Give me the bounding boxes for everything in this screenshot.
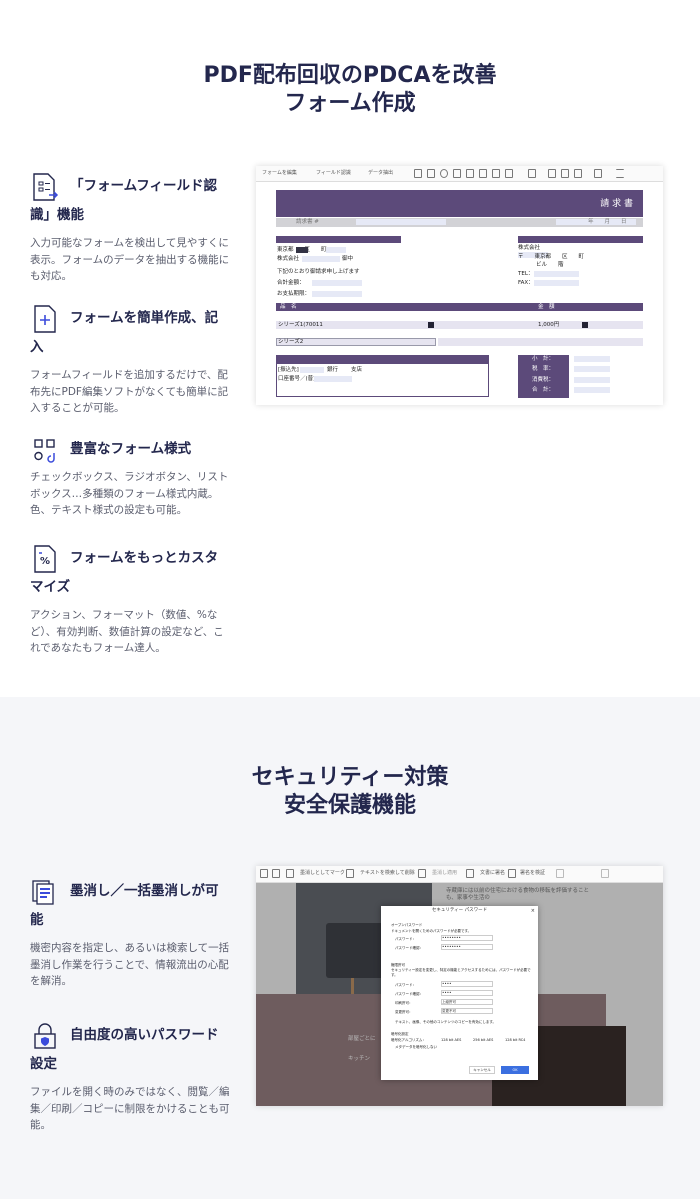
- edit-select[interactable]: 変更不可: [441, 1008, 493, 1014]
- feature-form-customize: % フォームをもっとカスタ マイズ アクション、フォーマット（数値、%など）、有…: [30, 544, 230, 657]
- list-tool-icon[interactable]: [453, 169, 461, 178]
- svg-text:%: %: [40, 556, 50, 567]
- image-tool-icon[interactable]: [492, 169, 500, 178]
- protect-toolbar: 墨消しとしてマーク テキストを検索して削除 墨消し適用 文書に署名 署名を検証: [256, 866, 663, 883]
- form-editor-screenshot: フォームを編集 フィールド認識 データ抽出 請 求 書 請求書 # 年 月 日: [256, 166, 663, 405]
- enc-radio-2[interactable]: 256 bit AES: [473, 1037, 493, 1044]
- lock-icon[interactable]: [260, 869, 268, 878]
- open-password-input[interactable]: ••••••••: [441, 935, 493, 941]
- security-section-title: セキュリティー対策 安全保護機能: [251, 765, 449, 818]
- security-section: セキュリティー対策 安全保護機能 墨消し／一括墨消しが可 能 機密内容を指定し、…: [0, 697, 700, 1199]
- feature-redaction: 墨消し／一括墨消しが可 能 機密内容を指定し、あるいは検索して一括墨消し作業を行…: [30, 877, 230, 990]
- toolbar-edit-form[interactable]: フォームを編集: [262, 169, 297, 178]
- form-section-title: PDF配布回収のPDCAを改善 フォーム作成: [203, 63, 497, 116]
- search-icon[interactable]: [346, 869, 354, 878]
- enc-radio-1[interactable]: 128 bit AES: [441, 1037, 461, 1044]
- radio-tool-icon[interactable]: [440, 169, 448, 178]
- apply-icon[interactable]: [418, 869, 426, 878]
- dialog-title: セキュリティー パスワード: [431, 908, 488, 913]
- toolbar-sign[interactable]: 文書に署名: [480, 869, 505, 878]
- toolbar-data-extract[interactable]: データ抽出: [368, 169, 393, 178]
- tax-field[interactable]: [574, 366, 610, 372]
- toolbar-verify[interactable]: 署名を検証: [520, 869, 545, 878]
- open-pw-checkbox[interactable]: ドキュメントを開くためのパスワードが必要です。: [391, 928, 471, 935]
- close-icon[interactable]: ×: [531, 908, 535, 914]
- invoice-header: [276, 190, 643, 217]
- perm-checkbox[interactable]: セキュリティー設定を変更し、特定の機能とアクセスするためには、パスワードが必要で…: [391, 968, 531, 978]
- metadata-checkbox[interactable]: メタデータを暗号化しない: [395, 1044, 437, 1051]
- perm-password-input[interactable]: ••••: [441, 981, 493, 987]
- due-field[interactable]: [312, 291, 362, 297]
- certify-icon[interactable]: [466, 869, 474, 878]
- form-recognition-icon: [33, 173, 59, 201]
- redact-tool-icon[interactable]: [272, 869, 280, 878]
- password-lock-icon: [34, 1023, 56, 1049]
- toolbar-mark-redaction[interactable]: 墨消しとしてマーク: [300, 869, 345, 878]
- total-field[interactable]: [574, 387, 610, 393]
- tel-field[interactable]: [534, 271, 579, 277]
- print-select[interactable]: 上級許可: [441, 999, 493, 1005]
- properties-icon[interactable]: [594, 169, 602, 178]
- tab-order-icon[interactable]: [574, 169, 582, 178]
- invoice-no-field[interactable]: [356, 219, 446, 225]
- cancel-button[interactable]: キャンセル: [469, 1066, 495, 1074]
- copy-checkbox[interactable]: テキスト、画像、その他のコンテンツのコピーを有効にします。: [395, 1019, 496, 1026]
- amount-field[interactable]: [312, 280, 362, 286]
- password-dialog: セキュリティー パスワード × オープンパスワード ドキュメントを開くためのパス…: [381, 906, 538, 1080]
- toolbar-search-delete[interactable]: テキストを検索して削除: [360, 869, 415, 878]
- percent-format-icon: %: [34, 545, 56, 573]
- company-field[interactable]: [302, 256, 340, 262]
- form-styles-icon: [34, 439, 55, 463]
- perm-password-confirm-input[interactable]: ••••: [441, 990, 493, 996]
- ok-button[interactable]: OK: [501, 1066, 529, 1074]
- feature-password: 自由度の高いパスワード 設定 ファイルを開く時のみではなく、閲覧／編集／印刷／コ…: [30, 1021, 230, 1134]
- align-tool-icon[interactable]: [528, 169, 536, 178]
- enc-radio-3[interactable]: 128 bit RC4: [505, 1037, 525, 1044]
- signature-tool-icon[interactable]: [505, 169, 513, 178]
- distribute-tool-icon[interactable]: [548, 169, 556, 178]
- button-tool-icon[interactable]: [479, 169, 487, 178]
- consumption-field[interactable]: [574, 377, 610, 383]
- toolbar-field-recognition[interactable]: フィールド認識: [316, 169, 351, 178]
- verify-icon[interactable]: [508, 869, 516, 878]
- fax-field[interactable]: [534, 280, 579, 286]
- open-password-confirm-input[interactable]: ••••••••: [441, 944, 493, 950]
- add-form-icon: [34, 305, 56, 333]
- subtotal-field[interactable]: [574, 356, 610, 362]
- feature-form-styles: 豊富なフォーム様式 チェックボックス、ラジオボタン、リストボックス…多種類のフォ…: [30, 435, 230, 519]
- mark-icon[interactable]: [286, 869, 294, 878]
- size-tool-icon[interactable]: [561, 169, 569, 178]
- security-screenshot: 墨消しとしてマーク テキストを検索して削除 墨消し適用 文書に署名 署名を検証 …: [256, 866, 663, 1106]
- more-icon[interactable]: [616, 169, 624, 178]
- form-toolbar: フォームを編集 フィールド認識 データ抽出: [256, 166, 663, 182]
- feature-form-recognition: 「フォームフィールド認 識」機能 入力可能なフォームを検出して見やすくに表示。フ…: [30, 172, 230, 285]
- redaction-icon: [32, 880, 54, 905]
- checkbox-tool-icon[interactable]: [427, 169, 435, 178]
- combo-tool-icon[interactable]: [466, 169, 474, 178]
- toolbar-apply-redaction[interactable]: 墨消し適用: [432, 869, 457, 878]
- feature-form-creation: フォームを簡単作成、記 入 フォームフィールドを追加するだけで、配布先にPDF編…: [30, 304, 230, 417]
- form-section: PDF配布回収のPDCAを改善 フォーム作成 「フォームフィールド認 識」機能 …: [0, 0, 700, 697]
- invoice-title: 請 求 書: [600, 199, 633, 209]
- text-field-tool-icon[interactable]: [414, 169, 422, 178]
